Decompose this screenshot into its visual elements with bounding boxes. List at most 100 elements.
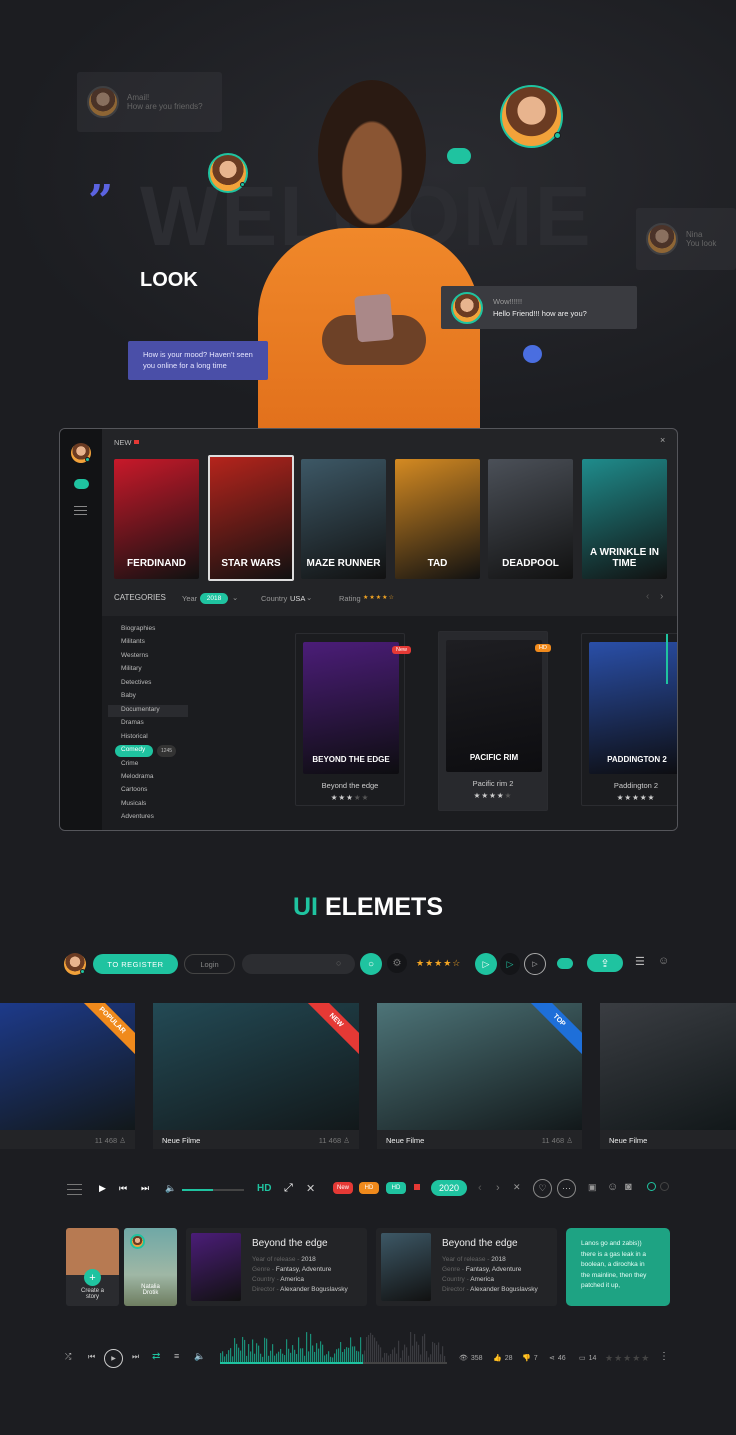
volume-slider[interactable] xyxy=(182,1189,244,1191)
register-button[interactable]: TO REGISTER xyxy=(93,954,178,974)
briefcase-icon[interactable]: ▣ xyxy=(588,1182,597,1193)
story-card[interactable]: Natalia Drotik xyxy=(124,1228,177,1306)
chevron-down-icon[interactable]: ⌄ xyxy=(232,593,238,602)
category-item[interactable]: Musicals xyxy=(121,800,146,807)
play-button[interactable]: ▷ xyxy=(475,953,497,975)
category-item[interactable]: Historical xyxy=(121,733,148,740)
avatar-small[interactable] xyxy=(208,153,248,193)
category-item[interactable]: Baby xyxy=(121,692,136,699)
menu-icon[interactable] xyxy=(67,1184,82,1195)
skip-forward-icon[interactable]: ⏭ xyxy=(141,1183,149,1194)
next-arrow[interactable]: › xyxy=(660,591,663,602)
play-button-outline[interactable]: ▷ xyxy=(524,953,546,975)
playlist-icon[interactable]: ≡ xyxy=(174,1351,179,1361)
search-button[interactable]: ○ xyxy=(360,953,382,975)
new-poster[interactable]: TAD xyxy=(395,459,480,579)
chevron-right-icon[interactable]: › xyxy=(496,1182,500,1194)
menu-icon[interactable] xyxy=(74,506,87,515)
rating-stars[interactable]: ★★★★★ xyxy=(605,1353,650,1364)
filter-list-icon[interactable]: ☰ xyxy=(635,955,645,968)
category-item[interactable]: Military xyxy=(121,665,142,672)
login-button[interactable]: Login xyxy=(184,954,235,974)
hero-person-head xyxy=(318,80,426,230)
movie-info-card[interactable]: Beyond the edge Year of release - 2018 G… xyxy=(186,1228,367,1306)
new-poster[interactable]: FERDINAND xyxy=(114,459,199,579)
volume-icon[interactable]: 🔈 xyxy=(194,1351,205,1362)
category-item[interactable]: Dramas xyxy=(121,719,144,726)
category-item[interactable]: Biographies xyxy=(121,625,155,632)
category-item[interactable]: Detectives xyxy=(121,679,151,686)
new-poster[interactable]: A WRINKLE IN TIME xyxy=(582,459,667,579)
volume-icon[interactable]: 🔈 xyxy=(165,1183,176,1194)
hd-label[interactable]: HD xyxy=(257,1183,271,1194)
category-item[interactable]: Comedy xyxy=(121,746,145,753)
dislikes-stat[interactable]: 👎 7 xyxy=(522,1354,538,1363)
country-select[interactable]: USA xyxy=(290,594,305,603)
play-button-dark[interactable]: ▷ xyxy=(500,953,520,975)
play-icon[interactable]: ▶ xyxy=(99,1183,106,1194)
movie-card[interactable]: PACIFIC RIM HD Pacific rim 2 ★★★★★ xyxy=(438,631,551,811)
waveform-bar xyxy=(394,1347,396,1362)
close-button[interactable]: × xyxy=(660,435,665,445)
heart-icon[interactable]: ♡ xyxy=(533,1179,552,1198)
audio-progress[interactable] xyxy=(220,1362,447,1364)
waveform-bar xyxy=(422,1336,424,1362)
movie-tile[interactable]: TOP Neue Filme 11 468 ♙ xyxy=(377,1003,582,1149)
chat-icon[interactable] xyxy=(74,479,89,489)
movie-info-card[interactable]: Beyond the edge Year of release - 2018 G… xyxy=(376,1228,557,1306)
scrollbar[interactable] xyxy=(666,634,668,684)
chat-icon[interactable] xyxy=(557,958,573,969)
radio-off[interactable] xyxy=(660,1182,669,1191)
close-icon[interactable]: ✕ xyxy=(306,1182,315,1195)
year-pill[interactable]: 2020 xyxy=(431,1180,467,1196)
close-icon[interactable]: ✕ xyxy=(513,1182,521,1193)
shuffle-icon[interactable]: ⤮ xyxy=(65,1352,71,1362)
gear-icon[interactable]: ⚙ xyxy=(387,953,407,973)
camera-icon[interactable]: ◙ xyxy=(625,1181,632,1193)
create-story-card[interactable]: + Create a story xyxy=(66,1228,119,1306)
category-item[interactable]: Adventures xyxy=(121,813,154,820)
skip-back-icon[interactable]: ⏮ xyxy=(88,1352,95,1362)
play-button[interactable]: ▶ xyxy=(104,1349,123,1368)
likes-stat[interactable]: 👍 28 xyxy=(493,1354,513,1363)
plus-icon[interactable]: + xyxy=(84,1269,101,1286)
category-item[interactable]: Cartoons xyxy=(121,786,147,793)
expand-icon[interactable]: ⤢ xyxy=(284,1182,293,1195)
chevron-down-icon[interactable]: ⌄ xyxy=(306,593,312,602)
category-item[interactable]: Westerns xyxy=(121,652,148,659)
category-item[interactable]: Documentary xyxy=(121,706,160,713)
movie-tile[interactable]: Neue Filme xyxy=(600,1003,736,1149)
new-poster[interactable]: STAR WARS xyxy=(208,455,294,581)
new-poster[interactable]: DEADPOOL xyxy=(488,459,573,579)
movie-tile[interactable]: NEW Neue Filme 11 468 ♙ xyxy=(153,1003,359,1149)
share-button[interactable]: ⇪ xyxy=(587,954,623,972)
repeat-icon[interactable]: ⇄ xyxy=(152,1351,160,1362)
avatar-large[interactable] xyxy=(500,85,563,148)
skip-back-icon[interactable]: ⏮ xyxy=(119,1183,127,1194)
emoji-icon[interactable]: ☺ xyxy=(658,955,669,967)
shares-stat[interactable]: ⋖ 46 xyxy=(549,1354,566,1363)
movie-title: Beyond the edge xyxy=(321,781,379,790)
chevron-left-icon[interactable]: ‹ xyxy=(478,1182,482,1194)
online-indicator xyxy=(240,182,245,187)
rating-filter[interactable]: ★★★★☆ xyxy=(363,594,395,601)
chat-name: Wow!!!!!! xyxy=(493,296,523,306)
rating-stars[interactable]: ★★★★☆ xyxy=(416,958,461,969)
kebab-menu-icon[interactable]: ⋮ xyxy=(659,1351,669,1362)
category-item[interactable]: Crime xyxy=(121,760,138,767)
movie-card[interactable]: PADDINGTON 2 HD Paddington 2 ★★★★★ xyxy=(581,633,677,806)
prev-arrow[interactable]: ‹ xyxy=(646,591,649,602)
movie-tile[interactable]: POPULAR 11 468 ♙ xyxy=(0,1003,135,1149)
more-icon[interactable]: ⋯ xyxy=(557,1179,576,1198)
category-item[interactable]: Militants xyxy=(121,638,145,645)
waveform-bar xyxy=(340,1342,342,1362)
skip-forward-icon[interactable]: ⏭ xyxy=(132,1352,139,1362)
category-item[interactable]: Melodrama xyxy=(121,773,154,780)
radio-on[interactable] xyxy=(647,1182,656,1191)
new-poster[interactable]: MAZE RUNNER xyxy=(301,459,386,579)
emoji-icon[interactable]: ☺ xyxy=(607,1181,618,1193)
audio-waveform[interactable] xyxy=(220,1330,448,1365)
year-select[interactable]: 2018 xyxy=(200,593,228,604)
comments-stat[interactable]: ▭ 14 xyxy=(579,1354,596,1363)
movie-card[interactable]: BEYOND THE EDGE New Beyond the edge ★★★★… xyxy=(295,633,412,806)
